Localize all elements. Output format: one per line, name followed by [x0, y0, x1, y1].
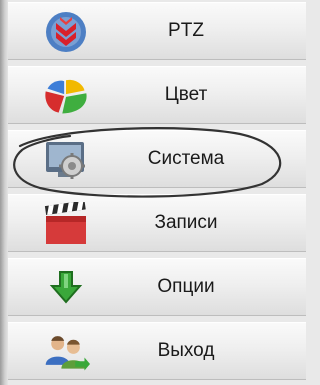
menu-item-label: Выход: [157, 340, 215, 361]
menu-item-label: Система: [147, 148, 225, 169]
menu-item-label: Записи: [154, 212, 218, 233]
window-left-border: [0, 0, 8, 385]
system-icon: [42, 138, 90, 182]
ptz-icon: [42, 10, 90, 54]
color-icon: [42, 74, 90, 118]
menu-item-color[interactable]: Цвет: [8, 66, 306, 124]
menu-item-ptz[interactable]: PTZ: [8, 2, 306, 60]
menu-item-label: Цвет: [164, 84, 208, 105]
menu-item-label: Опции: [157, 276, 215, 297]
menu-item-options[interactable]: Опции: [8, 258, 306, 316]
options-icon: [42, 266, 90, 310]
menu-item-label: PTZ: [168, 20, 204, 41]
main-menu: PTZ Цвет Система Записи Опции Выход: [8, 2, 306, 380]
menu-item-exit[interactable]: Выход: [8, 322, 306, 380]
exit-icon: [42, 330, 90, 374]
menu-item-records[interactable]: Записи: [8, 194, 306, 252]
menu-item-system[interactable]: Система: [8, 130, 306, 188]
records-icon: [42, 202, 90, 246]
